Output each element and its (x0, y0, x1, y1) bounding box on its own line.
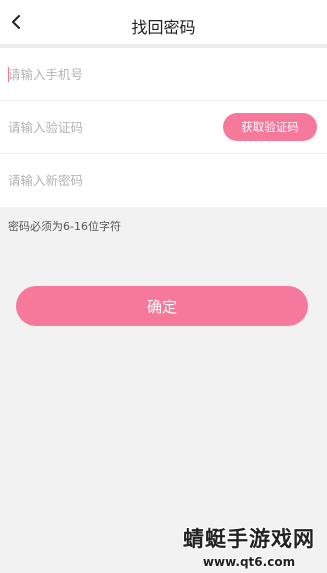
watermark: 蜻蜓手游戏网 www.qt6.com (183, 523, 315, 569)
phone-row (0, 48, 327, 101)
header-bar: 找回密码 (0, 0, 327, 48)
text-cursor (8, 67, 9, 82)
new-password-row (0, 154, 327, 207)
code-row: 获取验证码 (0, 101, 327, 154)
page-title: 找回密码 (131, 18, 196, 37)
new-password-input[interactable] (8, 165, 317, 196)
watermark-title: 蜻蜓手游戏网 (183, 527, 315, 551)
find-password-page: 找回密码 获取验证码 密码必须为6-16位字符 确定 蜻蜓手游戏网 www.qt… (0, 0, 327, 573)
verification-code-input[interactable] (8, 112, 223, 142)
watermark-url: www.qt6.com (202, 555, 296, 569)
password-hint: 密码必须为6-16位字符 (8, 220, 121, 233)
reset-form: 获取验证码 (0, 48, 327, 207)
get-code-button[interactable]: 获取验证码 (223, 113, 317, 141)
confirm-button[interactable]: 确定 (16, 286, 308, 326)
phone-input[interactable] (8, 59, 317, 89)
back-button[interactable] (4, 10, 28, 34)
chevron-left-icon (12, 15, 20, 29)
